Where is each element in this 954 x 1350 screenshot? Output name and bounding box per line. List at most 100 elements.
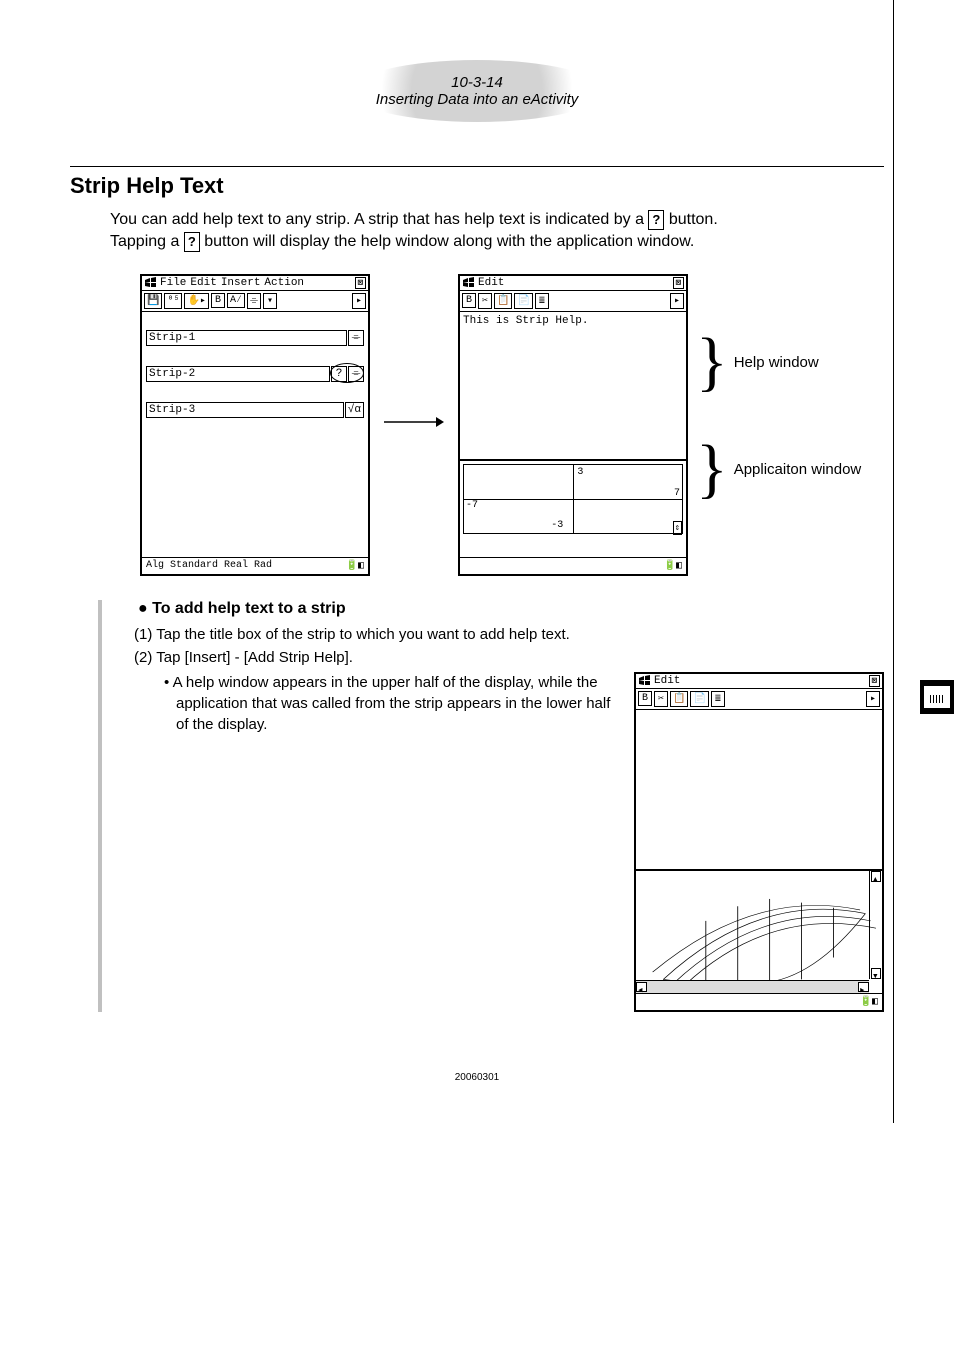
menu-action: Action	[264, 277, 304, 289]
toolbar-a: 💾 ⁰⁵ ✋▸ B A⁄ ⌯ ▾ ▸	[142, 291, 368, 312]
surface-plot	[642, 877, 876, 987]
app-logo-icon	[144, 277, 156, 289]
graph-icon: ⌯	[247, 293, 261, 309]
horizontal-scrollbar: ◂ ▸	[636, 980, 869, 993]
menu-file: File	[160, 277, 186, 289]
more-icon: ▸	[866, 691, 880, 707]
screen-body-a: Strip-1 ⌯ Strip-2 ? ⌯ Strip-3 √α	[142, 312, 368, 557]
close-icon: ⊠	[869, 675, 880, 687]
strip-title: Strip-3	[146, 402, 344, 418]
page-subtitle: Inserting Data into an eActivity	[376, 91, 579, 108]
more-icon: ▸	[670, 293, 684, 309]
help-content: This is Strip Help.	[463, 315, 588, 327]
statusbar-c: 🔋◧	[636, 993, 882, 1010]
battery-icon: 🔋◧	[346, 560, 364, 572]
tick-top: 3	[577, 467, 583, 478]
app-pane: 3 7 -7 -3 ⇕	[460, 461, 686, 557]
tool-icon: ✋▸	[184, 293, 208, 309]
app-logo-icon	[462, 277, 474, 289]
statusbar-a: Alg Standard Real Rad 🔋◧	[142, 557, 368, 574]
help-icon: ?	[648, 210, 664, 230]
scroll-down-icon: ▾	[871, 968, 881, 979]
menubar-c: Edit ⊠	[636, 674, 882, 689]
label-help-window: } Help window	[696, 354, 861, 371]
strip-title: Strip-2	[146, 366, 330, 382]
label-app-window: } Applicaiton window	[696, 461, 861, 478]
intro-2b: button will display the help window alon…	[204, 233, 694, 250]
callout-ring	[330, 363, 364, 383]
step-1: (1) Tap the title box of the strip to wh…	[160, 626, 884, 643]
right-margin-rule	[893, 0, 894, 1123]
tick-right: 7	[674, 488, 680, 499]
strip-row-3: Strip-3 √α	[146, 402, 364, 418]
intro-1b: button.	[669, 211, 718, 228]
help-pane: This is Strip Help.	[460, 312, 686, 461]
strip-title: Strip-1	[146, 330, 347, 346]
scroll-left-icon: ◂	[636, 982, 647, 992]
y-axis	[573, 465, 574, 533]
bold-icon: B	[638, 691, 652, 706]
strip-graph-icon: ⌯	[348, 330, 364, 346]
app-logo-icon	[638, 675, 650, 687]
footer-code: 20060301	[70, 1072, 884, 1083]
menu-edit: Edit	[654, 675, 680, 687]
scroll-up-icon: ▴	[871, 871, 881, 882]
graph-area: 3 7 -7 -3	[463, 464, 683, 534]
copy-icon: 📋	[494, 293, 512, 309]
bold-icon: B	[462, 293, 476, 308]
list-icon: ≣	[711, 691, 725, 707]
menubar-b: Edit ⊠	[460, 276, 686, 291]
more-icon: ▸	[352, 293, 366, 309]
procedure-heading: ● To add help text to a strip	[138, 600, 884, 618]
help-pane-empty	[636, 710, 882, 871]
close-icon: ⊠	[355, 277, 366, 289]
tick-left: -7	[466, 500, 478, 511]
label-text: Applicaiton window	[734, 461, 862, 478]
menu-edit: Edit	[478, 277, 504, 289]
strip-row-2: Strip-2 ? ⌯	[146, 366, 364, 382]
menubar-a: File Edit Insert Action ⊠	[142, 276, 368, 291]
intro-2a: Tapping a	[110, 233, 184, 250]
battery-icon: 🔋◧	[860, 997, 878, 1008]
vertical-scrollbar: ▴ ▾	[869, 871, 882, 979]
intro-1a: You can add help text to any strip. A st…	[110, 211, 648, 228]
text-icon: A⁄	[227, 293, 245, 308]
strip-row-1: Strip-1 ⌯	[146, 330, 364, 346]
label-text: Help window	[734, 354, 819, 371]
menu-insert: Insert	[221, 277, 261, 289]
help-icon: ?	[184, 232, 200, 252]
arrow-icon	[378, 415, 450, 434]
paste-icon: 📄	[514, 293, 532, 309]
side-tab-icon	[924, 686, 950, 708]
cut-icon: ✂	[478, 293, 492, 309]
cut-icon: ✂	[654, 691, 668, 707]
menu-edit: Edit	[190, 277, 216, 289]
surface-pane: ▴ ▾ ◂ ▸	[636, 871, 882, 993]
statusbar-b: 🔋◧	[460, 557, 686, 574]
section-title: Strip Help Text	[70, 166, 884, 199]
screenshot-b: Edit ⊠ B ✂ 📋 📄 ≣ ▸ This is Strip Help. 3	[458, 274, 688, 576]
list-icon: ≣	[535, 293, 549, 309]
close-icon: ⊠	[673, 277, 684, 289]
labels-column: } Help window } Applicaiton window	[696, 274, 861, 478]
screenshot-a: File Edit Insert Action ⊠ 💾 ⁰⁵ ✋▸ B A⁄ ⌯…	[140, 274, 370, 576]
scroll-right-icon: ▸	[858, 982, 869, 992]
toolbar-b: B ✂ 📋 📄 ≣ ▸	[460, 291, 686, 312]
strip-root-icon: √α	[345, 402, 364, 418]
bullet-text: • A help window appears in the upper hal…	[176, 672, 614, 1012]
side-tab	[920, 680, 954, 714]
updown-icon: ⇕	[673, 521, 682, 535]
intro-text: You can add help text to any strip. A st…	[110, 209, 884, 254]
battery-icon: 🔋◧	[664, 561, 682, 572]
status-text: Alg Standard Real Rad	[146, 560, 272, 572]
heading-text: To add help text to a strip	[152, 600, 346, 617]
toolbar-c: B ✂ 📋 📄 ≣ ▸	[636, 689, 882, 710]
bullet-row: • A help window appears in the upper hal…	[176, 672, 884, 1012]
tick-bottom: -3	[551, 520, 563, 531]
dropdown-icon: ▾	[263, 293, 277, 309]
paste-icon: 📄	[690, 691, 708, 707]
save-icon: 💾	[144, 293, 162, 309]
page-header: 10-3-14 Inserting Data into an eActivity	[70, 60, 884, 122]
screenshot-c: Edit ⊠ B ✂ 📋 📄 ≣ ▸	[634, 672, 884, 1012]
step-2: (2) Tap [Insert] - [Add Strip Help].	[160, 649, 884, 666]
